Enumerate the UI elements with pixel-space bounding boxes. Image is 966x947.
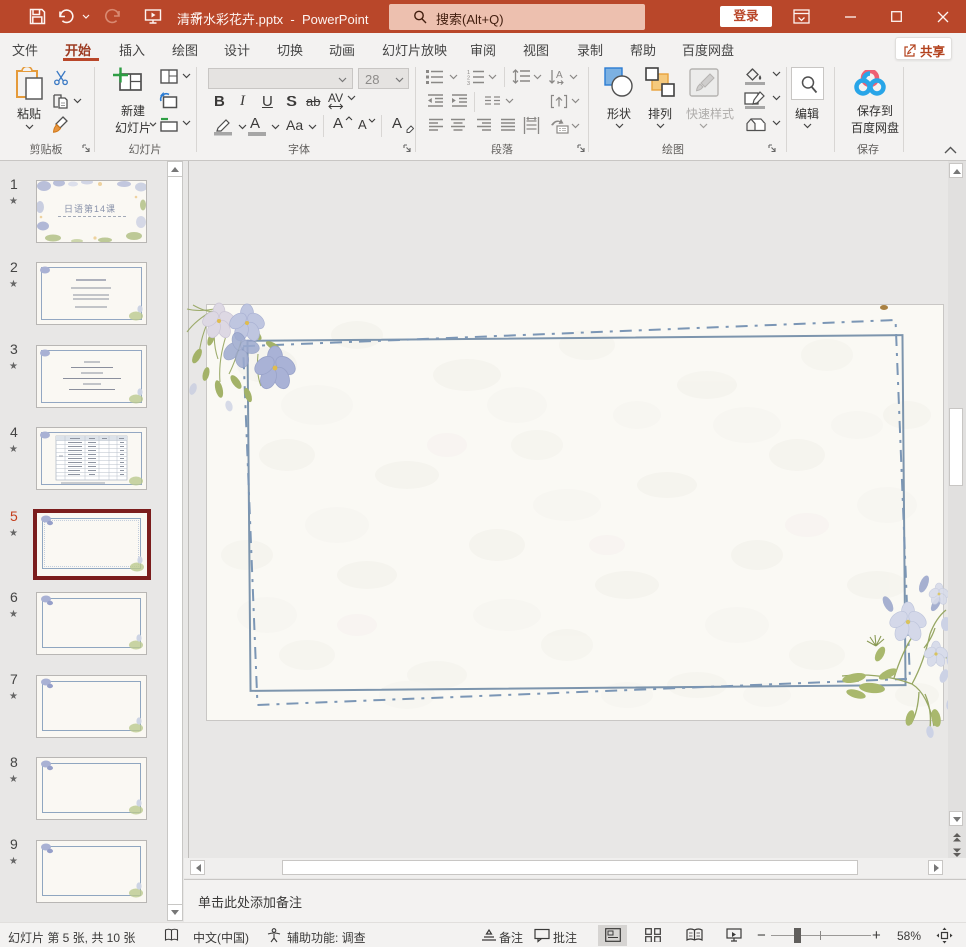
svg-text:A: A	[556, 70, 563, 81]
svg-text:3: 3	[467, 81, 470, 85]
